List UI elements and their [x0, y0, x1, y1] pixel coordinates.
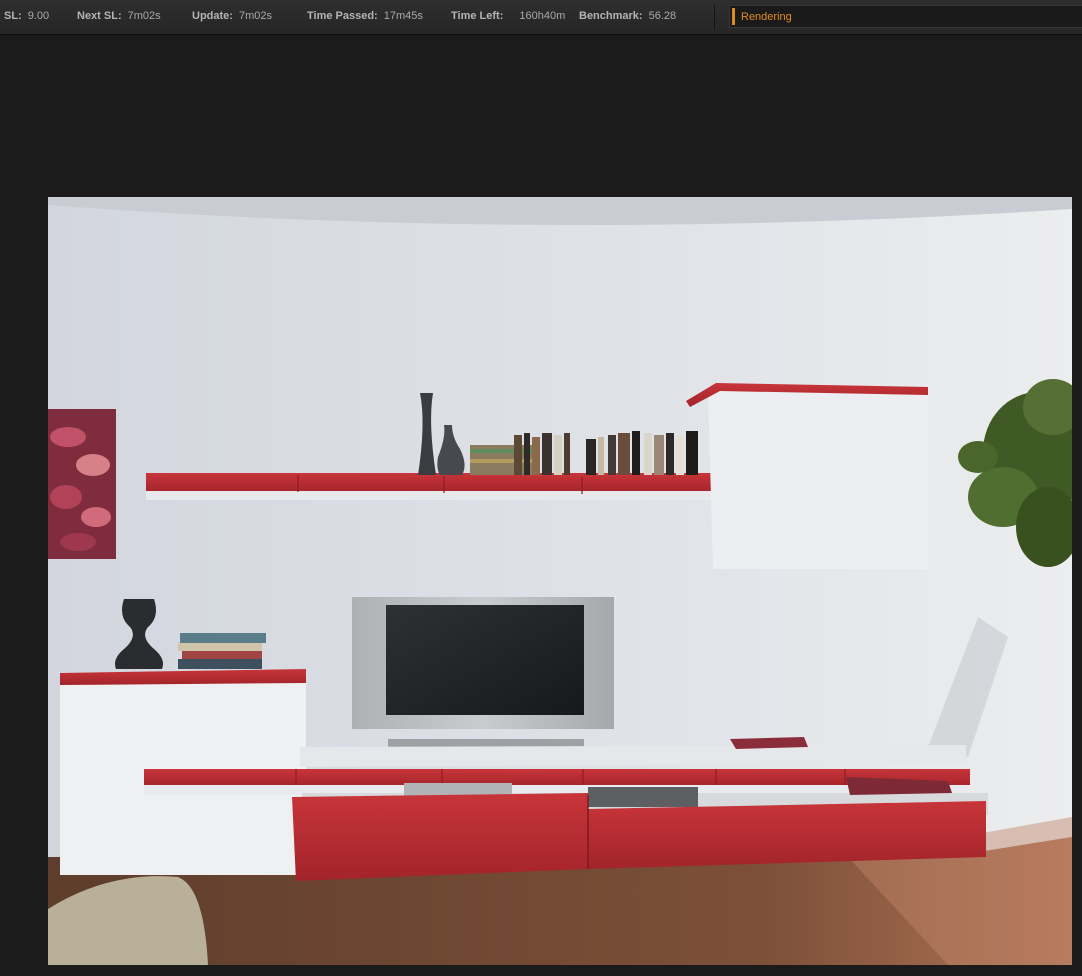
base-drawer-right [588, 801, 986, 869]
stat-next-sl-label: Next SL: [77, 10, 122, 22]
stat-next-sl: Next SL: 7m02s [77, 10, 161, 22]
stat-time-passed: Time Passed: 17m45s [307, 10, 423, 22]
magazines-left [178, 633, 266, 669]
stat-update-value: 7m02s [238, 10, 272, 22]
wall-cabinet [708, 391, 928, 569]
status-divider [714, 4, 715, 30]
stat-update: Update: 7m02s [192, 10, 272, 22]
progress-status-text: Rendering [741, 11, 792, 23]
magazine-on-unit [730, 737, 808, 749]
stat-time-left: Time Left: 160h40m [451, 10, 565, 22]
render-image [48, 197, 1072, 965]
dvd-player [588, 787, 698, 807]
render-progress-bar: Rendering [729, 5, 1082, 28]
render-status-bar: SL: 9.00 Next SL: 7m02s Update: 7m02s Time … [0, 0, 1082, 35]
stat-benchmark-value: 56.28 [648, 10, 677, 22]
render-viewport[interactable] [48, 197, 1072, 965]
base-drawer-left [292, 793, 588, 881]
stat-update-label: Update: [192, 10, 233, 22]
stat-time-passed-value: 17m45s [383, 10, 423, 22]
lower-shelf-front [144, 769, 970, 787]
stat-next-sl-value: 7m02s [127, 10, 161, 22]
stat-sl: SL: 9.00 [4, 10, 49, 22]
stat-time-left-label: Time Left: [451, 10, 504, 22]
stat-sl-value: 9.00 [27, 10, 50, 22]
stat-benchmark-label: Benchmark: [579, 10, 643, 22]
stat-time-passed-label: Time Passed: [307, 10, 378, 22]
stat-sl-label: SL: [4, 10, 22, 22]
stat-time-left-value: 160h40m [519, 10, 566, 22]
tv-screen [386, 605, 584, 715]
progress-fill [732, 8, 735, 25]
stat-benchmark: Benchmark: 56.28 [579, 10, 676, 22]
